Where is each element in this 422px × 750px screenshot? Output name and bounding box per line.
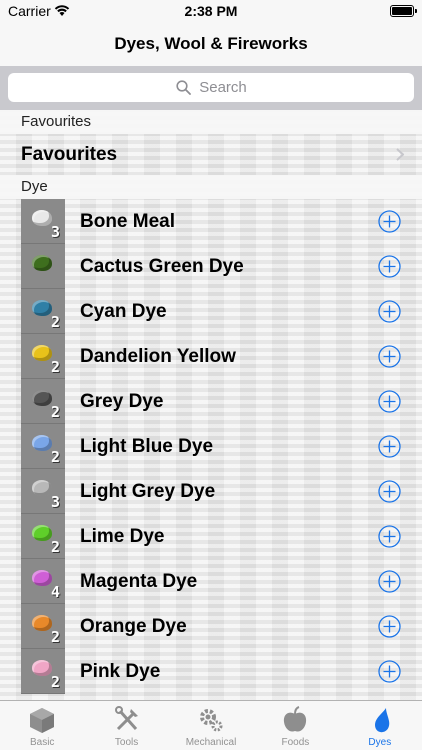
drop-icon <box>374 708 390 733</box>
item-count: 3 <box>50 223 60 241</box>
chevron-right-icon <box>396 148 404 161</box>
item-count: 3 <box>50 493 60 511</box>
dye-thumbnail: 2 <box>21 289 65 334</box>
clock: 2:38 PM <box>184 3 238 19</box>
table-row[interactable]: 3 Bone Meal <box>0 199 422 244</box>
table-row[interactable]: Cactus Green Dye <box>0 244 422 289</box>
dye-name: Grey Dye <box>80 391 164 412</box>
add-favourite-button[interactable] <box>378 435 401 458</box>
dye-list: 3 Bone Meal Cactus Green Dye 2 Cyan Dye 2 Dand… <box>0 199 422 694</box>
tab-label: Mechanical <box>185 737 237 748</box>
item-count: 2 <box>50 358 60 376</box>
favourites-row[interactable]: Favourites <box>0 134 422 175</box>
dye-thumbnail: 2 <box>21 604 65 649</box>
add-favourite-button[interactable] <box>378 570 401 593</box>
dye-item-icon <box>32 255 52 271</box>
dye-thumbnail: 3 <box>21 199 65 244</box>
tab-label: Dyes <box>368 737 392 748</box>
section-header-dye: Dye <box>0 175 422 199</box>
cube-icon <box>30 708 55 733</box>
apple-icon <box>284 706 307 732</box>
dye-name: Pink Dye <box>80 661 161 682</box>
dye-item-icon <box>32 435 52 451</box>
add-favourite-button[interactable] <box>378 255 401 278</box>
add-favourite-button[interactable] <box>378 480 401 503</box>
add-favourite-button[interactable] <box>378 660 401 683</box>
dye-name: Bone Meal <box>80 211 176 232</box>
item-count: 2 <box>50 403 60 421</box>
table-row[interactable]: 2 Lime Dye <box>0 514 422 559</box>
item-count: 2 <box>50 628 60 646</box>
dye-thumbnail: 4 <box>21 559 65 604</box>
item-count: 2 <box>50 673 60 691</box>
dye-item-icon <box>32 525 52 541</box>
tab-label: Foods <box>281 737 310 748</box>
dye-thumbnail: 2 <box>21 424 65 469</box>
search-icon <box>176 80 191 95</box>
dye-item-icon <box>32 570 52 586</box>
dye-item-icon <box>32 210 52 226</box>
favourites-label: Favourites <box>21 144 118 165</box>
dye-name: Light Blue Dye <box>80 436 214 457</box>
tab-dyes[interactable]: Dyes <box>338 701 422 750</box>
item-count: 2 <box>50 313 60 331</box>
table-row[interactable]: 2 Grey Dye <box>0 379 422 424</box>
add-favourite-button[interactable] <box>378 390 401 413</box>
tab-basic[interactable]: Basic <box>0 701 84 750</box>
add-favourite-button[interactable] <box>378 525 401 548</box>
tab-label: Tools <box>114 737 139 748</box>
item-count: 2 <box>50 538 60 556</box>
search-bar <box>0 66 422 110</box>
battery-icon <box>390 5 417 17</box>
table-row[interactable]: 2 Dandelion Yellow <box>0 334 422 379</box>
item-count: 2 <box>50 448 60 466</box>
add-favourite-button[interactable] <box>378 615 401 638</box>
add-favourite-button[interactable] <box>378 345 401 368</box>
page-title: Dyes, Wool & Fireworks <box>114 34 308 53</box>
dye-item-icon <box>32 660 52 676</box>
dye-item-icon <box>32 390 52 406</box>
tab-label: Basic <box>29 737 55 748</box>
dye-item-icon <box>32 480 52 496</box>
dye-name: Lime Dye <box>80 526 165 547</box>
tools-icon <box>114 706 138 731</box>
tab-mechanical[interactable]: Mechanical <box>169 701 253 750</box>
tab-tools[interactable]: Tools <box>84 701 168 750</box>
dye-name: Dandelion Yellow <box>80 346 236 367</box>
navigation-bar: Dyes, Wool & Fireworks <box>0 22 422 66</box>
table-row[interactable]: 3 Light Grey Dye <box>0 469 422 514</box>
dye-item-icon <box>32 300 52 316</box>
tab-bar: Basic Tools Mechanical Foods Dyes <box>0 700 422 750</box>
tab-foods[interactable]: Foods <box>253 701 337 750</box>
dye-thumbnail: 2 <box>21 379 65 424</box>
dye-thumbnail: 2 <box>21 514 65 559</box>
dye-thumbnail: 2 <box>21 334 65 379</box>
status-bar: Carrier 2:38 PM <box>0 0 422 22</box>
item-count: 4 <box>50 583 60 601</box>
add-favourite-button[interactable] <box>378 300 401 323</box>
add-favourite-button[interactable] <box>378 210 401 233</box>
dye-item-icon <box>32 615 52 631</box>
dye-table[interactable]: Favourites Favourites Dye 3 Bone Meal Cact… <box>0 110 422 700</box>
search-input[interactable] <box>8 73 414 102</box>
gears-icon <box>200 709 223 732</box>
table-row[interactable]: 2 Light Blue Dye <box>0 424 422 469</box>
dye-name: Light Grey Dye <box>80 481 216 502</box>
table-row[interactable]: 2 Orange Dye <box>0 604 422 649</box>
table-row[interactable]: 2 Pink Dye <box>0 649 422 694</box>
dye-name: Orange Dye <box>80 616 187 637</box>
dye-thumbnail: 3 <box>21 469 65 514</box>
section-header-favourites: Favourites <box>0 110 422 134</box>
table-row[interactable]: 4 Magenta Dye <box>0 559 422 604</box>
table-row[interactable]: 2 Cyan Dye <box>0 289 422 334</box>
dye-thumbnail: 2 <box>21 649 65 694</box>
dye-name: Cyan Dye <box>80 301 167 322</box>
dye-thumbnail <box>21 244 65 289</box>
dye-item-icon <box>32 345 52 361</box>
dye-name: Cactus Green Dye <box>80 256 244 277</box>
dye-name: Magenta Dye <box>80 571 198 592</box>
